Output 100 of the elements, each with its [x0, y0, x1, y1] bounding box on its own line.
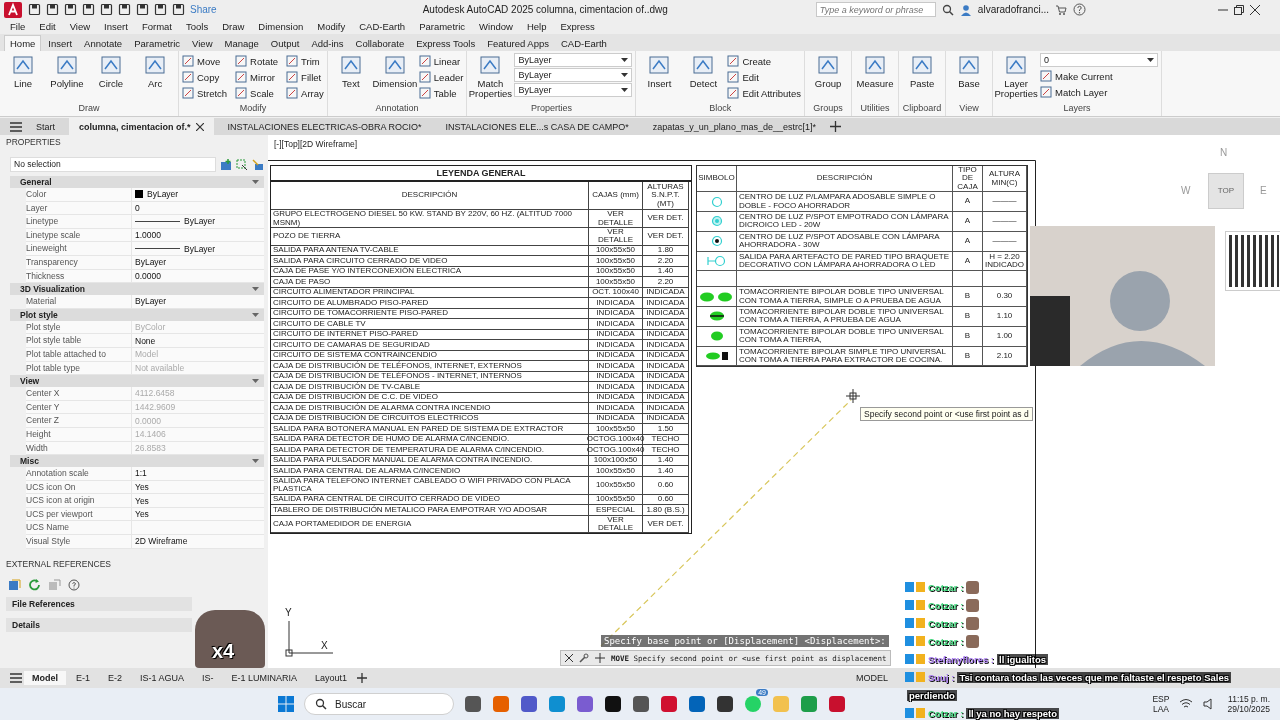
menu-item[interactable]: Tools: [185, 21, 209, 32]
app-icon[interactable]: [632, 695, 650, 713]
viewcube[interactable]: TOP: [1208, 173, 1244, 209]
viewport-controls[interactable]: [-][Top][2D Wireframe]: [274, 139, 358, 149]
document-tab[interactable]: zapatas_y_un_plano_mas_de__estrc[1]*: [642, 118, 826, 135]
ribbon-button[interactable]: Leader: [418, 69, 464, 85]
panel-title[interactable]: Modify: [182, 103, 324, 116]
ribbon-button[interactable]: Arc: [135, 53, 175, 103]
property-value[interactable]: 1.0000: [131, 228, 264, 242]
document-icon[interactable]: [28, 3, 41, 16]
property-value[interactable]: ByLayer: [131, 242, 264, 255]
layout-tab[interactable]: IS-: [194, 671, 222, 685]
panel-title[interactable]: Clipboard: [902, 103, 943, 116]
ribbon-button[interactable]: Fillet: [286, 69, 324, 85]
quick-select-icon[interactable]: [252, 158, 264, 171]
section-header[interactable]: View: [10, 375, 264, 388]
user-name[interactable]: alvaradofranci...: [977, 4, 1049, 15]
ribbon-button[interactable]: Copy: [182, 69, 228, 85]
search-field[interactable]: Type a keyword or phrase: [815, 2, 936, 17]
document-icon[interactable]: [46, 3, 59, 16]
close-icon[interactable]: [195, 122, 204, 131]
close-icon[interactable]: [565, 654, 573, 662]
panel-title[interactable]: Properties: [470, 103, 633, 116]
menu-item[interactable]: View: [69, 21, 91, 32]
ribbon-button[interactable]: Linear: [418, 53, 464, 69]
document-tab[interactable]: Start: [26, 118, 65, 135]
dropdown[interactable]: ByLayer: [514, 68, 633, 82]
app-logo-icon[interactable]: [4, 1, 22, 18]
ribbon-button[interactable]: Array: [286, 85, 324, 101]
ribbon-button[interactable]: Layer Properties: [996, 53, 1037, 103]
ribbon-tab[interactable]: Add-ins: [306, 36, 349, 51]
document-tab[interactable]: columna, cimentacion of.*: [69, 118, 214, 135]
document-icon[interactable]: [118, 3, 131, 16]
ribbon-button[interactable]: Text: [330, 53, 371, 103]
ribbon-button[interactable]: Create: [727, 53, 802, 69]
property-value[interactable]: ByLayer: [131, 255, 264, 269]
layout-tab[interactable]: E-1: [68, 671, 98, 685]
panel-title[interactable]: Utilities: [855, 103, 896, 116]
layout-tab[interactable]: E-1 LUMINARIA: [223, 671, 306, 685]
refresh-icon[interactable]: [28, 578, 42, 591]
ribbon-button[interactable]: Edit: [727, 69, 802, 85]
app-icon[interactable]: [604, 695, 622, 713]
ribbon-button[interactable]: Scale: [235, 85, 279, 101]
wifi-icon[interactable]: [1179, 698, 1194, 710]
panel-title[interactable]: Block: [639, 103, 802, 116]
property-value[interactable]: Yes: [131, 480, 264, 494]
ribbon-tab[interactable]: Collaborate: [350, 36, 410, 51]
document-icon[interactable]: [64, 3, 77, 16]
section-header[interactable]: File References: [6, 596, 192, 611]
ribbon-button[interactable]: Group: [808, 53, 849, 103]
ribbon-button[interactable]: Trim: [286, 53, 324, 69]
app-icon[interactable]: [716, 695, 734, 713]
panel-title[interactable]: View: [949, 103, 990, 116]
menu-item[interactable]: Format: [141, 21, 172, 32]
ribbon-tab[interactable]: Featured Apps: [482, 36, 554, 51]
menu-item[interactable]: File: [10, 21, 26, 32]
ribbon-button[interactable]: Measure: [855, 53, 896, 103]
property-value[interactable]: ByLayer: [131, 295, 264, 308]
language-indicator[interactable]: ESP LAA: [1152, 693, 1170, 715]
document-icon[interactable]: [100, 3, 113, 16]
document-tab[interactable]: INSTALACIONES ELE...s CASA DE CAMPO*: [435, 118, 639, 135]
ribbon-tab[interactable]: Annotate: [79, 36, 128, 51]
dropdown[interactable]: 0: [1040, 53, 1159, 67]
ribbon-button[interactable]: Paste: [902, 53, 943, 103]
property-value[interactable]: Yes: [131, 507, 264, 521]
ribbon-tab[interactable]: View: [187, 36, 218, 51]
toggle-value-icon[interactable]: [220, 158, 232, 171]
section-header[interactable]: Details: [6, 617, 192, 632]
menu-item[interactable]: Dimension: [258, 21, 304, 32]
menu-item[interactable]: Modify: [317, 21, 346, 32]
ribbon-tab[interactable]: Express Tools: [411, 36, 481, 51]
property-value[interactable]: 0.0000: [131, 269, 264, 283]
panel-title[interactable]: Draw: [3, 103, 175, 116]
cart-icon[interactable]: [1055, 3, 1067, 16]
menu-item[interactable]: Insert: [104, 21, 128, 32]
ribbon-tab[interactable]: Parametric: [129, 36, 186, 51]
document-icon[interactable]: [154, 3, 167, 16]
ribbon-button[interactable]: Match Layer: [1040, 84, 1113, 100]
layout-tab[interactable]: Layout1: [307, 671, 356, 685]
property-value[interactable]: 2D Wireframe: [131, 535, 264, 548]
taskbar-search[interactable]: Buscar: [304, 693, 454, 715]
document-tab[interactable]: INSTALACIONES ELECTRICAS-OBRA ROCIO*: [217, 118, 432, 135]
layout-tab[interactable]: Model: [24, 671, 66, 685]
search-icon[interactable]: [941, 3, 954, 16]
wrench-icon[interactable]: [579, 653, 589, 663]
menu-icon[interactable]: [10, 121, 22, 132]
ribbon-button[interactable]: Insert: [639, 53, 680, 103]
document-icon[interactable]: [82, 3, 95, 16]
layout-tab[interactable]: IS-1 AGUA: [132, 671, 193, 685]
ribbon-tab[interactable]: Output: [265, 36, 305, 51]
help-icon[interactable]: [1073, 3, 1086, 16]
ribbon-button[interactable]: Make Current: [1040, 68, 1113, 84]
ribbon-button[interactable]: Stretch: [182, 85, 228, 101]
ribbon-tab[interactable]: Manage: [219, 36, 264, 51]
share-button[interactable]: Share: [190, 4, 217, 15]
property-value[interactable]: 0: [131, 201, 264, 215]
add-icon[interactable]: [829, 121, 841, 132]
dropdown[interactable]: ByLayer: [514, 53, 633, 67]
menu-item[interactable]: Help: [526, 21, 547, 32]
section-header[interactable]: 3D Visualization: [10, 283, 264, 296]
